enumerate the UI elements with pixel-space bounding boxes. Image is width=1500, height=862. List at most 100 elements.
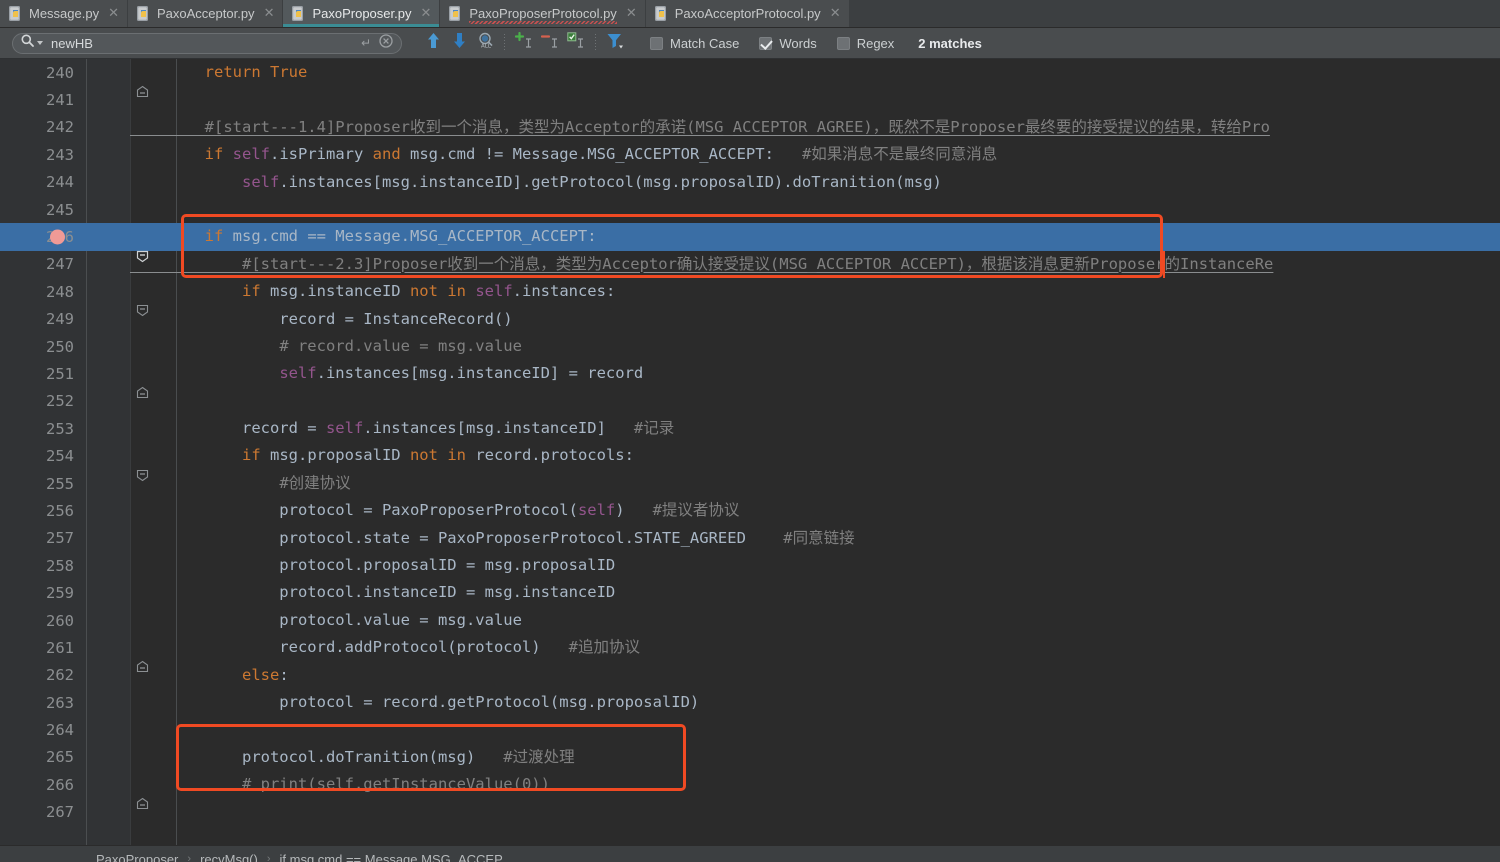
editor-line[interactable]: 241 <box>0 86 1500 113</box>
close-icon[interactable]: ✕ <box>830 7 841 20</box>
tab-paxoproposer-py[interactable]: PaxoProposer.py ✕ <box>283 0 441 27</box>
editor-line[interactable]: 245 <box>0 196 1500 223</box>
editor-line[interactable]: 256 protocol = PaxoProposerProtocol(self… <box>0 497 1500 524</box>
editor-line[interactable]: 264 <box>0 716 1500 743</box>
editor-line[interactable]: 252 <box>0 388 1500 415</box>
editor-line[interactable]: 250 # record.value = msg.value <box>0 333 1500 360</box>
words-checkbox[interactable] <box>759 36 773 50</box>
tab-label: PaxoAcceptorProtocol.py <box>674 6 821 21</box>
line-code: protocol = PaxoProposerProtocol(self) #提… <box>130 501 740 520</box>
editor-line[interactable]: 263 protocol = record.getProtocol(msg.pr… <box>0 689 1500 716</box>
line-code: self.instances[msg.instanceID] = record <box>279 364 644 383</box>
select-all-occurrences-button[interactable] <box>563 31 589 55</box>
editor-line[interactable]: 261 record.addProtocol(protocol) #追加协议 <box>0 634 1500 673</box>
editor-line[interactable]: 253 record = self.instances[msg.instance… <box>0 415 1500 442</box>
match-case-checkbox[interactable] <box>650 36 663 50</box>
editor-line[interactable]: 265 protocol.doTranition(msg) #过渡处理 <box>0 744 1500 771</box>
line-code: protocol.state = PaxoProposerProtocol.ST… <box>130 528 855 547</box>
editor-line[interactable]: 247 #[start---2.3]Proposer收到一个消息，类型为Acce… <box>0 251 1500 278</box>
line-number: 244 <box>46 173 74 192</box>
editor-line[interactable]: 249 record = InstanceRecord() <box>0 306 1500 333</box>
python-file-icon <box>137 6 151 21</box>
editor-line-selected[interactable]: 246 if msg.cmd == Message.MSG_ACCEPTOR_A… <box>0 223 1500 262</box>
python-file-icon <box>9 6 23 21</box>
line-code: #创建协议 <box>279 473 351 492</box>
editor-line[interactable]: 267 <box>0 799 1500 826</box>
close-icon[interactable]: ✕ <box>264 7 275 20</box>
fold-marker[interactable] <box>80 367 149 399</box>
tab-label: PaxoProposerProtocol.py <box>469 6 618 24</box>
line-number: 241 <box>46 91 74 110</box>
enter-icon[interactable]: ↵ <box>361 36 371 50</box>
editor-line[interactable]: 244 self.instances[msg.instanceID].getPr… <box>0 169 1500 196</box>
breadcrumb: PaxoProposer › recvMsg() › if msg.cmd ==… <box>0 845 1500 862</box>
tab-message-py[interactable]: Message.py ✕ <box>0 0 128 27</box>
find-all-icon: ALL <box>477 32 494 54</box>
words-label: Words <box>779 35 817 51</box>
line-number: 267 <box>46 803 74 822</box>
tab-paxoacceptorprotocol-py[interactable]: PaxoAcceptorProtocol.py ✕ <box>645 0 850 27</box>
editor-line[interactable]: 248 if msg.instanceID not in self.instan… <box>0 278 1500 317</box>
fold-marker[interactable] <box>80 66 149 98</box>
fold-marker[interactable] <box>80 285 149 317</box>
editor-line[interactable]: 266 # print(self.getInstanceValue(0)) <box>0 771 1500 810</box>
breadcrumb-item-class[interactable]: PaxoProposer <box>96 852 178 862</box>
editor-line[interactable]: 255 #创建协议 <box>0 470 1500 497</box>
find-previous-button[interactable] <box>420 31 446 55</box>
editor-line[interactable]: 240 return True <box>0 59 1500 98</box>
line-code: #[start---2.3]Proposer收到一个消息，类型为Acceptor… <box>130 254 1274 273</box>
line-number: 249 <box>46 310 74 329</box>
breadcrumb-separator: › <box>187 853 192 862</box>
close-icon[interactable]: ✕ <box>108 7 119 20</box>
regex-option[interactable]: Regex <box>836 36 909 51</box>
remove-selection-button[interactable] <box>537 31 563 55</box>
fold-marker[interactable] <box>80 231 149 262</box>
tab-paxoacceptor-py[interactable]: PaxoAcceptor.py ✕ <box>128 0 284 27</box>
search-value: newHB <box>51 35 93 51</box>
chevron-down-icon[interactable] <box>37 41 43 45</box>
line-number: 256 <box>46 501 74 520</box>
line-code: protocol = record.getProtocol(msg.propos… <box>130 692 700 711</box>
line-code: if msg.proposalID not in record.protocol… <box>241 446 634 465</box>
line-code: if msg.instanceID not in self.instances: <box>241 282 616 301</box>
tab-paxoproposerprotocol-py[interactable]: PaxoProposerProtocol.py ✕ <box>440 0 646 27</box>
line-number: 260 <box>46 611 74 630</box>
python-file-icon <box>292 6 306 21</box>
search-input[interactable]: newHB ↵ <box>12 32 402 54</box>
fold-marker[interactable] <box>80 778 149 810</box>
close-icon[interactable]: ✕ <box>420 7 431 20</box>
editor-line[interactable]: 251 self.instances[msg.instanceID] = rec… <box>0 360 1500 399</box>
select-all-occurrences-icon <box>566 32 586 54</box>
find-all-button[interactable]: ALL <box>472 31 498 55</box>
clear-icon[interactable] <box>379 33 393 53</box>
toolbar-separator <box>504 34 505 52</box>
editor-line[interactable]: 262 else: <box>0 662 1500 689</box>
line-number: 248 <box>46 282 74 301</box>
breadcrumb-item-statement[interactable]: if msg.cmd == Message.MSG_ACCEP... <box>280 852 512 862</box>
breakpoint-icon[interactable] <box>50 229 65 245</box>
words-option[interactable]: Words <box>759 36 830 51</box>
find-next-button[interactable] <box>446 31 472 55</box>
regex-checkbox[interactable] <box>836 36 850 50</box>
fold-marker[interactable] <box>80 641 149 673</box>
text-caret <box>1163 251 1165 278</box>
editor-line[interactable]: 242 #[start---1.4]Proposer收到一个消息，类型为Acce… <box>0 114 1500 141</box>
match-case-option[interactable]: Match Case <box>650 36 753 51</box>
code-editor[interactable]: 240 return True 241 242 #[start---1.4]Pr… <box>0 59 1500 845</box>
line-number: 257 <box>46 529 74 548</box>
line-code: protocol.value = msg.value <box>130 610 522 629</box>
line-code: record = InstanceRecord() <box>130 309 513 328</box>
editor-line[interactable]: 257 protocol.state = PaxoProposerProtoco… <box>0 525 1500 552</box>
close-icon[interactable]: ✕ <box>626 7 637 20</box>
editor-line[interactable]: 260 protocol.value = msg.value <box>0 607 1500 634</box>
tab-label: PaxoAcceptor.py <box>157 6 255 21</box>
filter-button[interactable] <box>602 31 628 55</box>
add-selection-button[interactable] <box>511 31 537 55</box>
editor-line[interactable]: 259 protocol.instanceID = msg.instanceID <box>0 579 1500 606</box>
editor-line[interactable]: 258 protocol.proposalID = msg.proposalID <box>0 552 1500 579</box>
line-number: 265 <box>46 748 74 767</box>
editor-line[interactable]: 243 if self.isPrimary and msg.cmd != Mes… <box>0 141 1500 168</box>
breadcrumb-item-method[interactable]: recvMsg() <box>200 852 258 862</box>
fold-marker[interactable] <box>80 450 149 481</box>
editor-line[interactable]: 254 if msg.proposalID not in record.prot… <box>0 442 1500 481</box>
